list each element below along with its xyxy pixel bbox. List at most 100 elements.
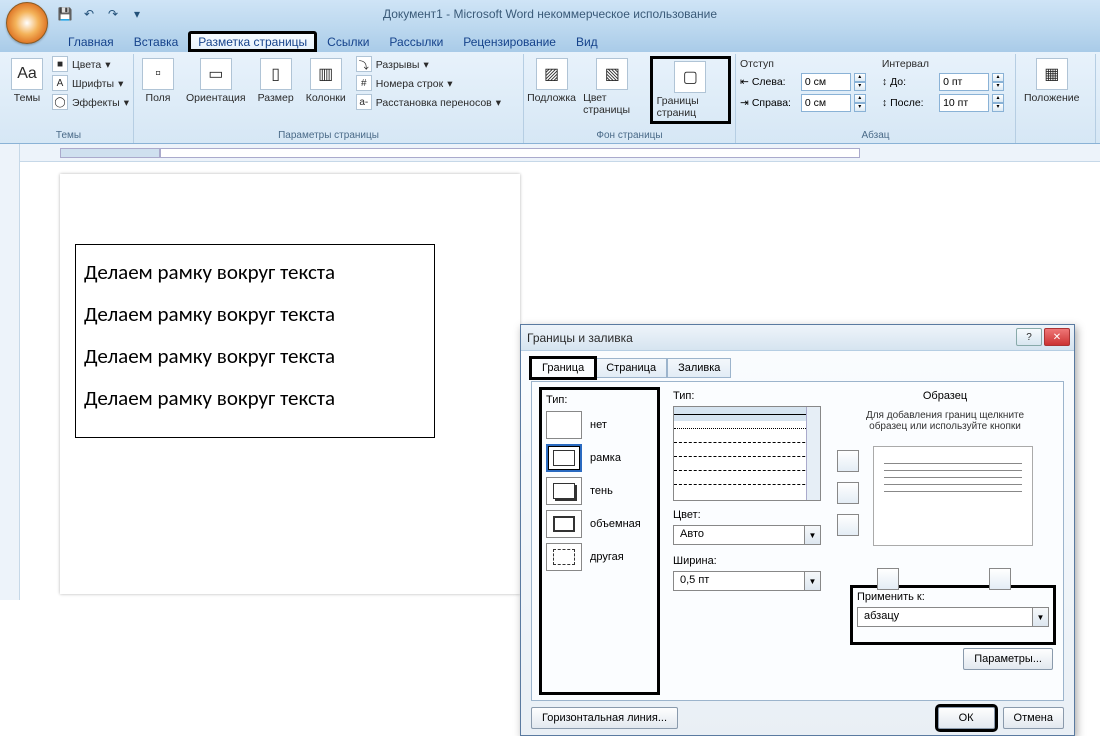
- orientation-button[interactable]: ▭Ориентация: [182, 56, 250, 106]
- preview-top-button[interactable]: [837, 450, 859, 472]
- style-solid[interactable]: [674, 407, 820, 421]
- size-button[interactable]: ▯Размер: [254, 56, 298, 106]
- style-dashed-1[interactable]: [674, 435, 820, 449]
- vertical-ruler[interactable]: [0, 144, 20, 600]
- spacing-after-spinner[interactable]: ▴▾: [992, 94, 1004, 112]
- ok-button[interactable]: ОК: [938, 707, 995, 729]
- line-numbers-button[interactable]: #Номера строк▾: [354, 75, 503, 93]
- indent-right-input[interactable]: 0 см: [801, 94, 851, 112]
- style-dashed-2[interactable]: [674, 449, 820, 463]
- dialog-close-button[interactable]: ✕: [1044, 328, 1070, 346]
- style-dotted[interactable]: [674, 421, 820, 435]
- tab-page-layout[interactable]: Разметка страницы: [188, 31, 317, 52]
- qat-customize-icon[interactable]: ▾: [127, 4, 147, 24]
- indent-right-spinner[interactable]: ▴▾: [854, 94, 866, 112]
- ribbon-tabs: Главная Вставка Разметка страницы Ссылки…: [0, 28, 1100, 52]
- spacing-before-spinner[interactable]: ▴▾: [992, 73, 1004, 91]
- themes-icon: Aa: [11, 58, 43, 90]
- page-borders-button[interactable]: ▢Границы страниц: [650, 56, 731, 124]
- cancel-button[interactable]: Отмена: [1003, 707, 1064, 729]
- type-box[interactable]: рамка: [546, 444, 653, 472]
- type-shadow-icon: [546, 477, 582, 505]
- dialog-titlebar[interactable]: Границы и заливка ? ✕: [521, 325, 1074, 351]
- type-custom[interactable]: другая: [546, 543, 653, 571]
- tab-references[interactable]: Ссылки: [317, 31, 379, 52]
- indent-left-input[interactable]: 0 см: [801, 73, 851, 91]
- type-3d[interactable]: объемная: [546, 510, 653, 538]
- type-3d-icon: [546, 510, 582, 538]
- colors-icon: ■: [52, 56, 68, 72]
- colors-label: Цвета: [72, 59, 101, 71]
- tab-view[interactable]: Вид: [566, 31, 608, 52]
- theme-colors-button[interactable]: ■Цвета▾: [50, 56, 131, 74]
- apply-to-arrow[interactable]: ▼: [1033, 607, 1049, 627]
- indent-right-icon: ⇥: [740, 97, 749, 109]
- style-dashed-4[interactable]: [674, 477, 820, 491]
- page-color-button[interactable]: ▧Цвет страницы: [579, 56, 646, 118]
- width-combo[interactable]: 0,5 пт ▼: [673, 571, 821, 591]
- spacing-after-label: После:: [890, 97, 936, 109]
- spacing-before-input[interactable]: 0 пт: [939, 73, 989, 91]
- apply-to-value: абзацу: [857, 607, 1033, 627]
- group-arrange-label: [1020, 140, 1091, 143]
- dialog-tab-page[interactable]: Страница: [595, 358, 667, 378]
- horizontal-ruler[interactable]: [20, 144, 1100, 162]
- style-scrollbar[interactable]: [806, 407, 820, 500]
- tab-mailings[interactable]: Рассылки: [379, 31, 453, 52]
- style-dashed-3[interactable]: [674, 463, 820, 477]
- hyphenation-button[interactable]: a-Расстановка переносов▾: [354, 94, 503, 112]
- style-listbox[interactable]: [673, 406, 821, 501]
- columns-button[interactable]: ▥Колонки: [302, 56, 350, 106]
- color-combo[interactable]: Авто ▼: [673, 525, 821, 545]
- type-none[interactable]: нет: [546, 411, 653, 439]
- preview-right-button[interactable]: [989, 568, 1011, 590]
- width-label: Ширина:: [673, 555, 821, 567]
- preview-sample[interactable]: [873, 446, 1033, 546]
- dialog-footer: Горизонтальная линия... ОК Отмена: [531, 707, 1064, 729]
- border-type-panel: Тип: нет рамка тень объемная другая: [542, 390, 657, 692]
- tab-home[interactable]: Главная: [58, 31, 124, 52]
- horizontal-line-button[interactable]: Горизонтальная линия...: [531, 707, 678, 729]
- apply-to-combo[interactable]: абзацу ▼: [857, 607, 1049, 627]
- dialog-help-button[interactable]: ?: [1016, 328, 1042, 346]
- spacing-before-row: ↕ До: 0 пт ▴▾: [882, 73, 1004, 91]
- type-shadow-label: тень: [590, 485, 613, 497]
- watermark-button[interactable]: ▨Подложка: [528, 56, 575, 106]
- orientation-icon: ▭: [200, 58, 232, 90]
- position-button[interactable]: ▦Положение: [1020, 56, 1084, 106]
- spacing-after-input[interactable]: 10 пт: [939, 94, 989, 112]
- group-page-setup: ▫Поля ▭Ориентация ▯Размер ▥Колонки ⤵Разр…: [134, 54, 524, 143]
- preview-bottom-button[interactable]: [837, 514, 859, 536]
- redo-icon[interactable]: ↷: [103, 4, 123, 24]
- watermark-icon: ▨: [536, 58, 568, 90]
- themes-button[interactable]: Aa Темы: [8, 56, 46, 106]
- preview-hmiddle-button[interactable]: [837, 482, 859, 504]
- tab-review[interactable]: Рецензирование: [453, 31, 566, 52]
- group-themes: Aa Темы ■Цвета▾ AШрифты▾ ◯Эффекты▾ Темы: [4, 54, 134, 143]
- parameters-button[interactable]: Параметры...: [963, 648, 1053, 670]
- preview-left-button[interactable]: [877, 568, 899, 590]
- color-combo-arrow[interactable]: ▼: [805, 525, 821, 545]
- preview-panel: Образец Для добавления границ щелкните о…: [837, 390, 1053, 692]
- tab-insert[interactable]: Вставка: [124, 31, 189, 52]
- indent-left-spinner[interactable]: ▴▾: [854, 73, 866, 91]
- doc-line: Делаем рамку вокруг текста: [84, 301, 426, 327]
- indent-left-icon: ⇤: [740, 76, 749, 88]
- dialog-tab-shading[interactable]: Заливка: [667, 358, 731, 378]
- spacing-before-label: До:: [890, 76, 936, 88]
- theme-fonts-button[interactable]: AШрифты▾: [50, 75, 131, 93]
- style-label: Тип:: [673, 390, 821, 402]
- type-shadow[interactable]: тень: [546, 477, 653, 505]
- preview-label: Образец: [837, 390, 1053, 402]
- undo-icon[interactable]: ↶: [79, 4, 99, 24]
- theme-effects-button[interactable]: ◯Эффекты▾: [50, 94, 131, 112]
- save-icon[interactable]: 💾: [55, 4, 75, 24]
- office-button[interactable]: [6, 2, 48, 44]
- dialog-tab-border[interactable]: Граница: [531, 358, 595, 378]
- margins-button[interactable]: ▫Поля: [138, 56, 178, 106]
- breaks-button[interactable]: ⤵Разрывы▾: [354, 56, 503, 74]
- indent-header: Отступ: [740, 58, 866, 70]
- spacing-header: Интервал: [882, 58, 1004, 70]
- width-combo-arrow[interactable]: ▼: [805, 571, 821, 591]
- document-page[interactable]: Делаем рамку вокруг текста Делаем рамку …: [60, 174, 520, 594]
